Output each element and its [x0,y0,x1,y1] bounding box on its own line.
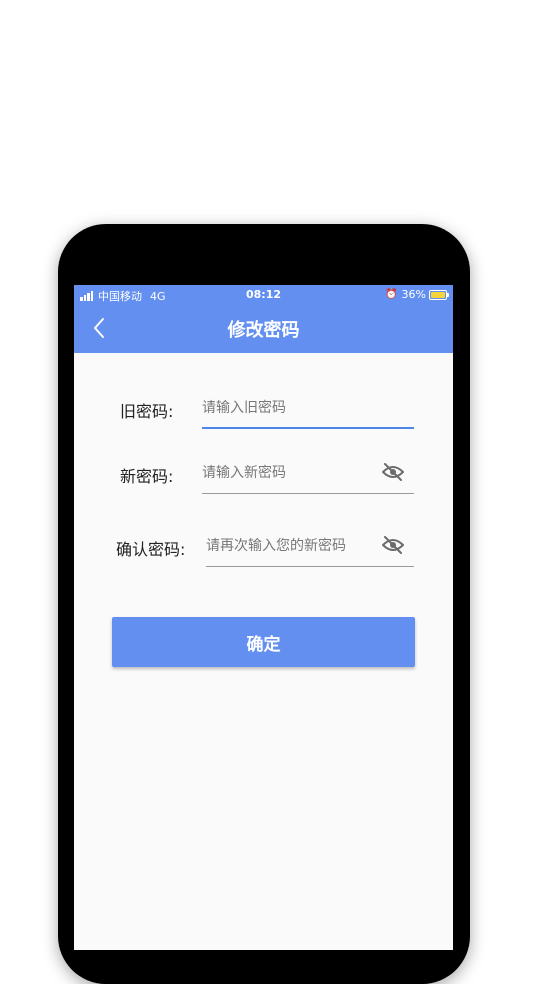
confirm-password-input[interactable] [206,535,376,557]
status-right: ⏰ 36% [385,288,449,301]
old-password-input[interactable] [202,397,412,419]
new-password-input[interactable] [202,462,372,484]
nav-bar: 修改密码 [74,303,453,353]
status-bar: 中国移动 4G 08:12 ⏰ 36% [74,285,453,303]
alarm-icon: ⏰ [385,289,398,300]
battery-charging-icon [429,289,449,300]
confirm-password-underline [206,566,414,567]
new-password-label: 新密码: [120,467,174,486]
eye-off-icon[interactable] [382,463,404,481]
eye-off-icon[interactable] [382,536,404,554]
confirm-password-label: 确认密码: [116,540,186,559]
confirm-button[interactable]: 确定 [112,617,415,667]
page-title: 修改密码 [227,320,300,341]
app-screen: 中国移动 4G 08:12 ⏰ 36% 修改密码 旧密码: 新密码: 确认密码: [74,285,453,950]
old-password-label: 旧密码: [120,402,174,421]
old-password-underline [202,427,414,429]
new-password-underline [202,493,414,494]
battery-percent: 36% [401,288,426,301]
